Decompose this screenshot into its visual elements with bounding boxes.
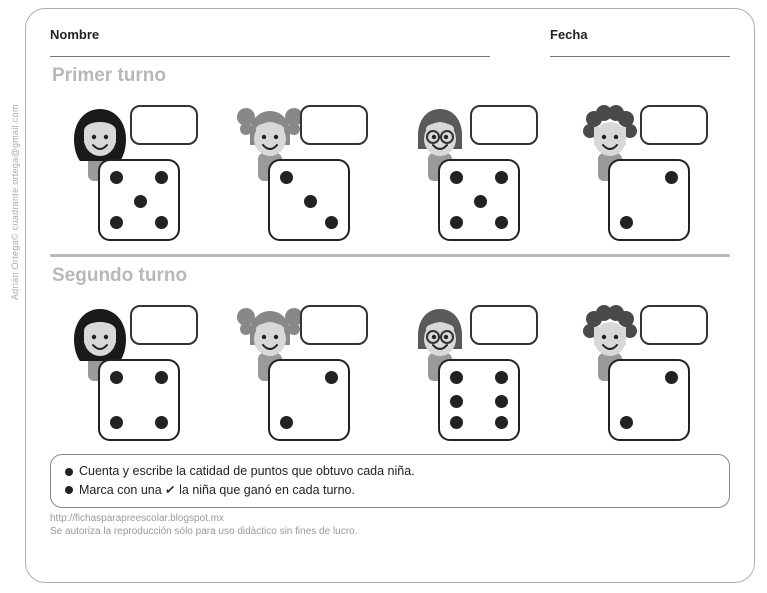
die-pip	[325, 371, 338, 384]
answer-box[interactable]	[130, 305, 198, 345]
instruction-text-2b: la niña que ganó en cada turno.	[176, 483, 355, 497]
answer-box[interactable]	[470, 305, 538, 345]
activity-cell	[60, 99, 210, 244]
check-icon: ✓	[164, 480, 177, 500]
die-pip	[450, 216, 463, 229]
die-pip	[665, 371, 678, 384]
activity-cell	[230, 99, 380, 244]
date-input-line[interactable]	[550, 56, 730, 57]
die-face-2	[608, 359, 690, 441]
die-pip	[620, 416, 633, 429]
activity-cell	[400, 299, 550, 444]
bullet-icon	[65, 468, 73, 476]
die-pip	[155, 371, 168, 384]
answer-box[interactable]	[300, 105, 368, 145]
footer: http://fichasparapreescolar.blogspot.mx …	[50, 512, 730, 538]
author-credit: Adrián Ortega© cuadrante.ortega@gmail.co…	[10, 104, 20, 300]
die-pip	[450, 395, 463, 408]
turns-container: Primer turno Segundo turno	[50, 65, 730, 444]
turn-row	[50, 99, 730, 244]
die-pip	[450, 371, 463, 384]
die-face-5	[98, 159, 180, 241]
answer-box[interactable]	[640, 105, 708, 145]
instructions-box: Cuenta y escribe la catidad de puntos qu…	[50, 454, 730, 508]
activity-cell	[570, 299, 720, 444]
name-input-line[interactable]	[50, 56, 490, 57]
die-pip	[495, 216, 508, 229]
activity-cell	[230, 299, 380, 444]
die-pip	[304, 195, 317, 208]
die-pip	[495, 416, 508, 429]
turn-title: Segundo turno	[52, 265, 730, 287]
date-field-group: Fecha	[550, 27, 730, 57]
die-pip	[495, 395, 508, 408]
die-pip	[620, 216, 633, 229]
section-divider	[50, 254, 730, 257]
die-face-5	[438, 159, 520, 241]
turn-row	[50, 299, 730, 444]
answer-box[interactable]	[300, 305, 368, 345]
footer-license: Se autoriza la reproducción sólo para us…	[50, 525, 730, 538]
die-pip	[155, 416, 168, 429]
instruction-text-1: Cuenta y escribe la catidad de puntos qu…	[79, 464, 415, 478]
die-pip	[280, 416, 293, 429]
instruction-text-2a: Marca con una	[79, 483, 165, 497]
answer-box[interactable]	[470, 105, 538, 145]
answer-box[interactable]	[130, 105, 198, 145]
die-pip	[450, 416, 463, 429]
die-pip	[495, 171, 508, 184]
activity-cell	[570, 99, 720, 244]
die-pip	[110, 371, 123, 384]
die-face-2	[608, 159, 690, 241]
turn-title: Primer turno	[52, 65, 730, 87]
die-face-2	[268, 359, 350, 441]
die-pip	[280, 171, 293, 184]
activity-cell	[60, 299, 210, 444]
die-face-4	[98, 359, 180, 441]
date-label: Fecha	[550, 27, 730, 42]
footer-url: http://fichasparapreescolar.blogspot.mx	[50, 512, 730, 525]
die-pip	[110, 171, 123, 184]
activity-cell	[400, 99, 550, 244]
die-pip	[155, 171, 168, 184]
die-pip	[110, 416, 123, 429]
die-pip	[474, 195, 487, 208]
die-pip	[665, 171, 678, 184]
die-pip	[110, 216, 123, 229]
die-pip	[450, 171, 463, 184]
header: Nombre Fecha	[50, 27, 730, 57]
instruction-line-1: Cuenta y escribe la catidad de puntos qu…	[65, 462, 715, 481]
worksheet-page: Nombre Fecha Primer turno Segundo turno C…	[25, 8, 755, 583]
die-pip	[155, 216, 168, 229]
die-face-3	[268, 159, 350, 241]
name-field-group: Nombre	[50, 27, 490, 57]
die-pip	[325, 216, 338, 229]
die-pip	[495, 371, 508, 384]
die-face-6	[438, 359, 520, 441]
name-label: Nombre	[50, 27, 490, 42]
instruction-line-2: Marca con una ✓ la niña que ganó en cada…	[65, 481, 715, 500]
die-pip	[134, 195, 147, 208]
bullet-icon	[65, 486, 73, 494]
answer-box[interactable]	[640, 305, 708, 345]
